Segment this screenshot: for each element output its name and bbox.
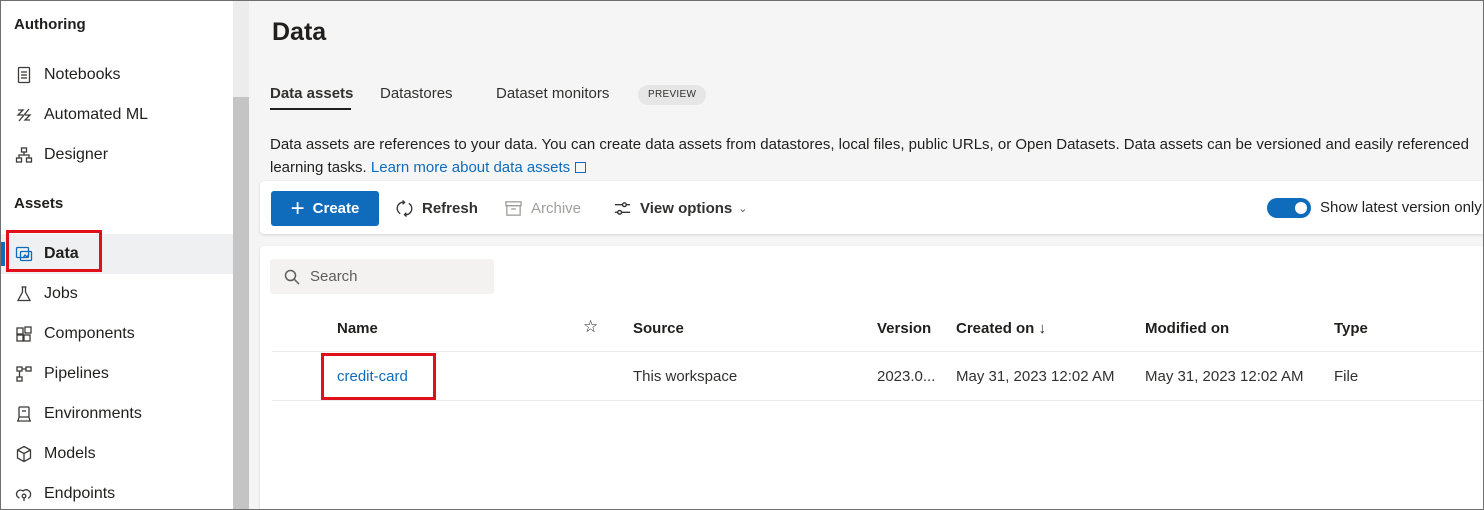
notebook-icon [15, 66, 33, 84]
external-link-icon [575, 162, 587, 173]
asset-source: This workspace [633, 368, 738, 385]
asset-modified-on: May 31, 2023 12:02 AM [1145, 368, 1304, 385]
asset-type: File [1334, 368, 1359, 385]
toggle-knob [1295, 202, 1307, 214]
sidebar-item-label: Components [44, 325, 135, 342]
column-header-source[interactable]: Source [633, 320, 684, 337]
sidebar-item-label: Models [44, 445, 96, 462]
sidebar-item-components[interactable]: Components [1, 314, 233, 354]
sidebar-item-environments[interactable]: Environments [1, 394, 233, 434]
view-options-label: View options [640, 200, 733, 217]
learn-more-link[interactable]: Learn more about data assets [370, 159, 587, 176]
column-header-type[interactable]: Type [1334, 320, 1368, 337]
tab-data-assets[interactable]: Data assets [270, 85, 353, 102]
models-icon [15, 445, 33, 463]
sidebar-item-endpoints[interactable]: Endpoints [1, 474, 233, 509]
components-icon [15, 325, 33, 343]
description-text-line2: learning tasks. [270, 159, 367, 176]
column-header-created-on[interactable]: Created on ↓ [956, 320, 1046, 337]
app-frame: Authoring Notebooks Automated ML Designe… [0, 0, 1484, 510]
column-header-version[interactable]: Version [877, 320, 931, 337]
page-title: Data [272, 18, 327, 46]
active-tab-underline [270, 108, 351, 110]
tab-dataset-monitors[interactable]: Dataset monitors [496, 85, 609, 102]
tab-datastores[interactable]: Datastores [380, 85, 453, 102]
column-header-name[interactable]: Name [337, 320, 378, 337]
sidebar-item-label: Jobs [44, 285, 78, 302]
main-content: Data Data assets Datastores Dataset moni… [249, 1, 1483, 509]
view-options-icon [614, 202, 631, 215]
archive-label: Archive [531, 200, 582, 217]
automated-ml-icon [15, 106, 33, 124]
highlight-box-data [6, 230, 102, 272]
description-line-2: learning tasks. Learn more about data as… [270, 156, 1483, 179]
row-divider [272, 400, 1483, 401]
refresh-button[interactable]: Refresh [395, 191, 478, 226]
flask-icon [15, 285, 33, 303]
sidebar-item-designer[interactable]: Designer [1, 135, 233, 175]
archive-icon [505, 201, 522, 216]
sidebar-item-notebooks[interactable]: Notebooks [1, 55, 233, 95]
sidebar-item-label: Automated ML [44, 106, 149, 123]
environments-icon [15, 405, 33, 423]
sidebar-item-models[interactable]: Models [1, 434, 233, 474]
sidebar-item-label: Endpoints [44, 485, 116, 502]
create-button[interactable]: + Create [271, 191, 379, 226]
header-divider [272, 351, 1483, 352]
sidebar-item-automated-ml[interactable]: Automated ML [1, 95, 233, 135]
sidebar-item-pipelines[interactable]: Pipelines [1, 354, 233, 394]
command-bar: + Create Refresh Archive View options ⌄ … [260, 181, 1483, 234]
refresh-icon [396, 199, 413, 218]
endpoints-icon [15, 485, 33, 503]
show-latest-label: Show latest version only [1320, 199, 1482, 216]
sidebar-item-label: Pipelines [44, 365, 109, 382]
sidebar-item-label: Notebooks [44, 66, 121, 83]
sidebar-item-jobs[interactable]: Jobs [1, 274, 233, 314]
search-icon [284, 269, 300, 285]
search-input[interactable] [310, 268, 480, 285]
sidebar-scrollbar-thumb[interactable] [233, 97, 249, 509]
sidebar-section-assets: Assets [14, 195, 64, 212]
archive-button[interactable]: Archive [504, 191, 581, 226]
chevron-down-icon: ⌄ [738, 203, 748, 215]
create-label: Create [312, 200, 360, 217]
active-indicator [1, 242, 5, 266]
refresh-label: Refresh [422, 200, 478, 217]
designer-icon [15, 146, 33, 164]
highlight-box-credit-card [321, 353, 436, 400]
asset-version: 2023.0... [877, 368, 936, 385]
favorite-star-icon[interactable]: ☆ [583, 317, 598, 337]
show-latest-toggle[interactable] [1267, 198, 1311, 218]
plus-icon: + [290, 194, 305, 222]
description-text: Data assets are references to your data.… [270, 136, 1469, 153]
preview-badge: PREVIEW [638, 85, 707, 105]
learn-more-label: Learn more about data assets [370, 159, 571, 176]
sidebar-item-label: Designer [44, 146, 109, 163]
search-box[interactable] [270, 259, 494, 294]
page-description: Data assets are references to your data.… [270, 133, 1483, 179]
column-header-modified-on[interactable]: Modified on [1145, 320, 1229, 337]
asset-created-on: May 31, 2023 12:02 AM [956, 368, 1115, 385]
view-options-button[interactable]: View options ⌄ [613, 191, 747, 226]
sidebar-item-label: Environments [44, 405, 142, 422]
data-assets-panel: Name ☆ Source Version Created on ↓ Modif… [260, 246, 1483, 509]
pipelines-icon [15, 365, 33, 383]
sidebar-section-authoring: Authoring [14, 16, 86, 33]
